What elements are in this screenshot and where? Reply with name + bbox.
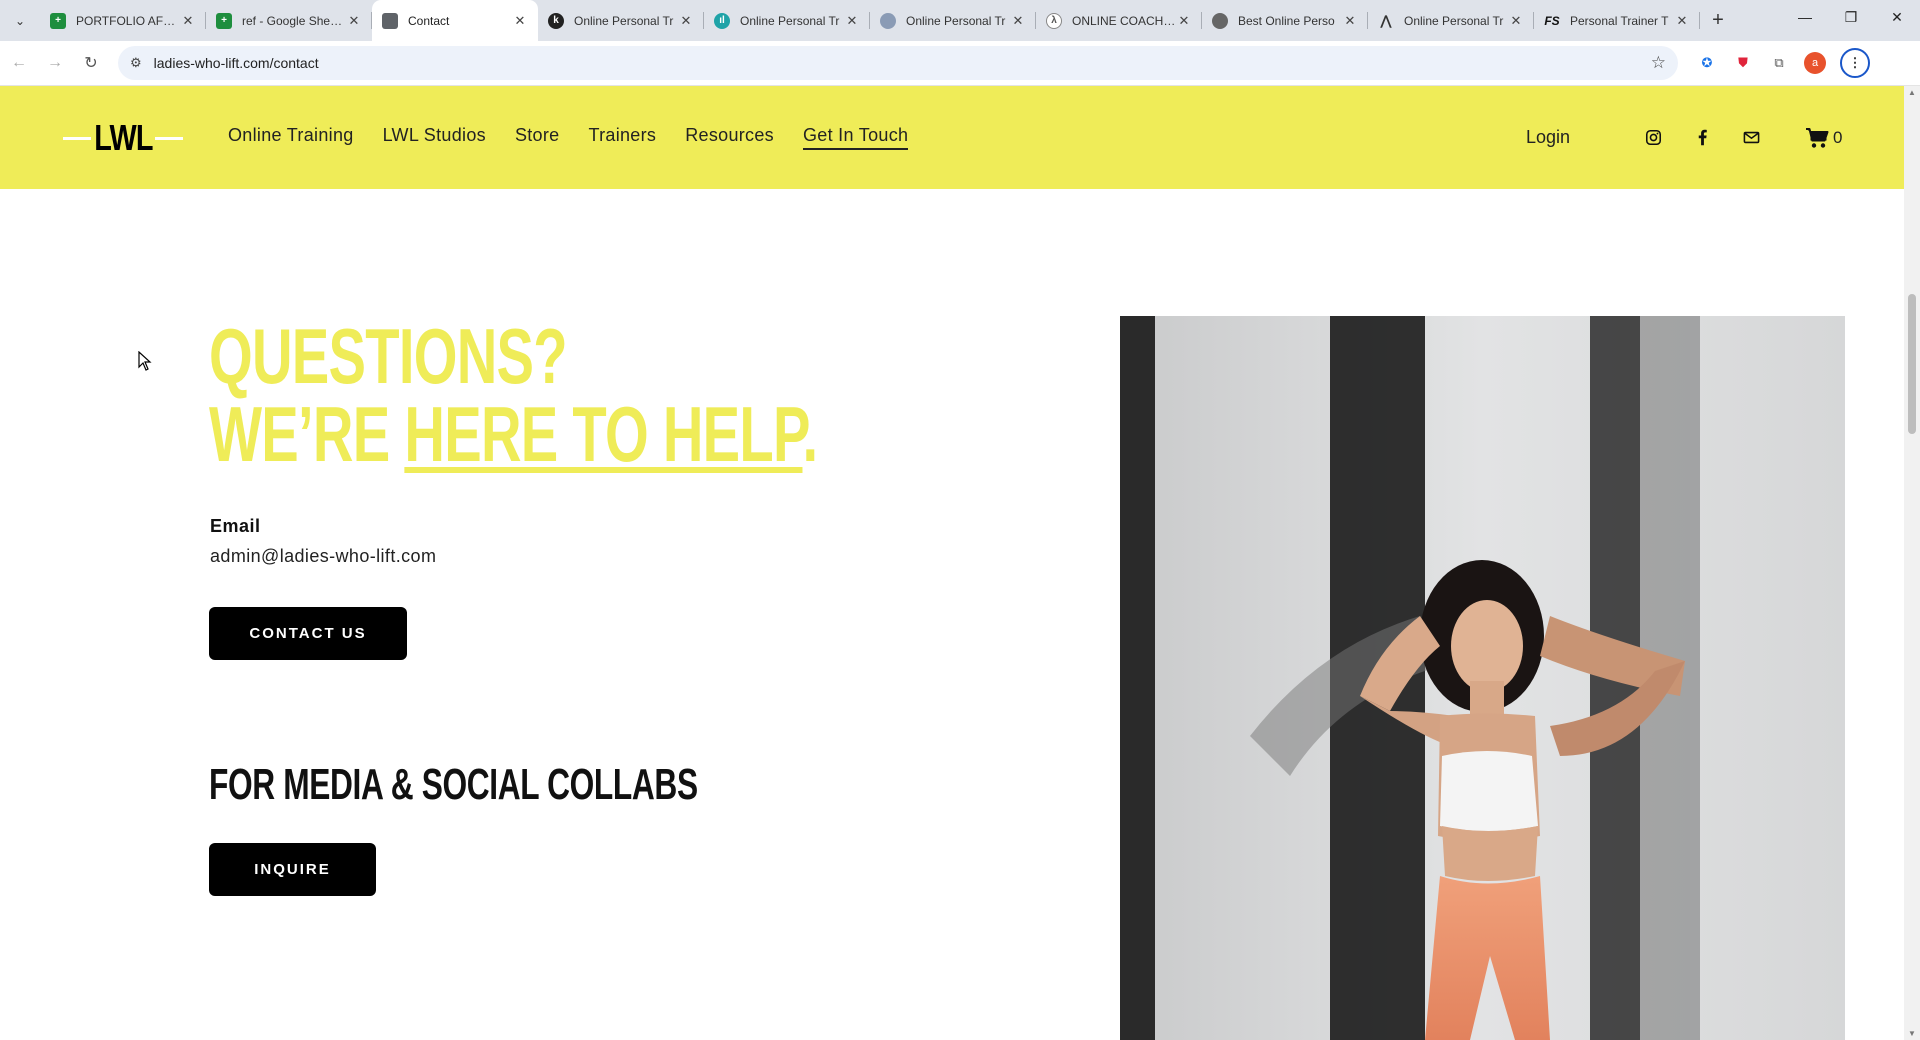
headline-line-1: QUESTIONS? — [209, 312, 568, 400]
tab-title: Online Personal Tr — [906, 13, 1006, 28]
sheets-icon: + — [216, 12, 232, 29]
social-links — [1645, 129, 1760, 146]
browser-toolbar: ← → ↻ ⚙ ladies-who-lift.com/contact ☆ ✪ … — [0, 41, 1920, 86]
tent-icon: ⋀ — [1380, 12, 1392, 28]
forward-icon[interactable]: → — [38, 46, 72, 80]
fs-icon: FS — [1544, 13, 1560, 28]
runner-icon: λ — [1046, 12, 1062, 29]
site-header: LWL Online Training LWL Studios Store Tr… — [0, 86, 1904, 189]
url-text[interactable]: ladies-who-lift.com/contact — [154, 55, 1651, 71]
sheets-icon: + — [50, 12, 66, 29]
puzzle-icon[interactable]: ⧉ — [1768, 52, 1790, 74]
cart-button[interactable]: 0 — [1805, 127, 1842, 149]
logo-text: LWL — [93, 116, 153, 158]
tab-search-button[interactable]: ⌄ — [0, 0, 40, 41]
cart-count: 0 — [1833, 127, 1843, 147]
tab-title: Online Personal Tr — [1404, 13, 1504, 28]
bars-icon: ıl — [714, 12, 730, 29]
address-bar[interactable]: ⚙ ladies-who-lift.com/contact ☆ — [118, 46, 1678, 80]
close-icon[interactable]: ✕ — [1010, 13, 1026, 29]
profile-avatar[interactable]: a — [1804, 52, 1826, 74]
headline-underlined-text: HERE TO HELP — [404, 390, 803, 478]
tab-title: Contact — [408, 13, 450, 28]
email-label: Email — [210, 516, 261, 536]
headline-line-2-suffix: . — [802, 390, 818, 478]
new-tab-button[interactable]: + — [1700, 0, 1736, 41]
nav-lwl-studios[interactable]: LWL Studios — [383, 125, 486, 150]
extensions-area: ✪ ⛊ ⧉ a ⋮ — [1696, 48, 1870, 78]
site-info-icon[interactable]: ⚙ — [130, 55, 142, 71]
logo-bar — [155, 136, 183, 140]
close-icon[interactable]: ✕ — [1176, 13, 1192, 29]
page-scrollbar[interactable]: ▲ ▼ — [1904, 86, 1920, 1040]
nav-store[interactable]: Store — [515, 125, 560, 150]
browser-tab[interactable]: + ref - Google Sheets ✕ — [206, 0, 372, 41]
close-icon[interactable]: ✕ — [1342, 13, 1358, 29]
cart-icon — [1806, 127, 1829, 148]
tab-title: Online Personal Tr — [740, 13, 840, 28]
tab-title: PORTFOLIO AFTER — [76, 13, 180, 28]
login-link[interactable]: Login — [1526, 127, 1570, 148]
cube-icon — [382, 12, 398, 29]
tab-title: Online Personal Tr — [574, 13, 674, 28]
tab-list: + PORTFOLIO AFTER ✕ + ref - Google Sheet… — [40, 0, 1700, 41]
close-icon[interactable]: ✕ — [1508, 13, 1524, 29]
extension-icon[interactable]: ✪ — [1696, 52, 1718, 74]
inquire-button[interactable]: INQUIRE — [209, 843, 376, 896]
bookmark-star-icon[interactable]: ☆ — [1651, 53, 1666, 73]
nav-trainers[interactable]: Trainers — [588, 125, 656, 150]
close-icon[interactable]: ✕ — [512, 13, 528, 29]
nav-get-in-touch[interactable]: Get In Touch — [802, 125, 909, 150]
back-icon[interactable]: ← — [2, 46, 36, 80]
scroll-up-icon[interactable]: ▲ — [1908, 88, 1916, 97]
facebook-icon[interactable] — [1694, 129, 1711, 146]
browser-tab[interactable]: FS Personal Trainer T ✕ — [1534, 0, 1700, 41]
close-icon[interactable]: ✕ — [346, 13, 362, 29]
instagram-icon[interactable] — [1645, 129, 1662, 146]
lwl-logo[interactable]: LWL — [63, 116, 183, 158]
contact-headline: QUESTIONS? WE’RE HERE TO HELP. — [209, 317, 857, 473]
scrollbar-thumb[interactable] — [1908, 294, 1916, 434]
mouse-cursor-icon — [138, 351, 152, 371]
email-address[interactable]: admin@ladies-who-lift.com — [210, 546, 436, 567]
scroll-down-icon[interactable]: ▼ — [1908, 1029, 1916, 1038]
contact-us-button[interactable]: CONTACT US — [209, 607, 407, 660]
logo-bar — [63, 136, 91, 140]
window-controls: — ❐ ✕ — [1782, 0, 1920, 34]
browser-tab[interactable]: ıl Online Personal Tr ✕ — [704, 0, 870, 41]
browser-tab[interactable]: ⋀ Online Personal Tr ✕ — [1368, 0, 1534, 41]
browser-tab-strip: ⌄ + PORTFOLIO AFTER ✕ + ref - Google She… — [0, 0, 1920, 41]
nav-online-training[interactable]: Online Training — [228, 125, 354, 150]
close-icon[interactable]: ✕ — [180, 13, 196, 29]
browser-tab-active[interactable]: Contact ✕ — [372, 0, 538, 41]
headline-line-2-prefix: WE’RE — [209, 390, 405, 478]
close-window-icon[interactable]: ✕ — [1874, 0, 1920, 34]
tab-title: ref - Google Sheets — [242, 13, 346, 28]
tab-title: Personal Trainer T — [1570, 13, 1669, 28]
globe-icon — [1212, 12, 1228, 29]
nav-resources[interactable]: Resources — [685, 125, 774, 150]
close-icon[interactable]: ✕ — [1674, 13, 1690, 29]
minimize-icon[interactable]: — — [1782, 0, 1828, 34]
mail-icon[interactable] — [1743, 129, 1760, 146]
globe-icon — [880, 12, 896, 29]
kebab-menu-icon[interactable]: ⋮ — [1840, 48, 1870, 78]
trainer-photo — [1120, 316, 1845, 1040]
browser-tab[interactable]: k Online Personal Tr ✕ — [538, 0, 704, 41]
restore-icon[interactable]: ❐ — [1828, 0, 1874, 34]
tab-title: ONLINE COACHING — [1072, 13, 1176, 28]
browser-tab[interactable]: Online Personal Tr ✕ — [870, 0, 1036, 41]
browser-tab[interactable]: Best Online Perso ✕ — [1202, 0, 1368, 41]
main-nav: Online Training LWL Studios Store Traine… — [228, 125, 909, 150]
close-icon[interactable]: ✕ — [844, 13, 860, 29]
browser-tab[interactable]: λ ONLINE COACHING ✕ — [1036, 0, 1202, 41]
tab-title: Best Online Perso — [1238, 13, 1335, 28]
close-icon[interactable]: ✕ — [678, 13, 694, 29]
media-collabs-heading: FOR MEDIA & SOCIAL COLLABS — [209, 760, 698, 809]
browser-tab[interactable]: + PORTFOLIO AFTER ✕ — [40, 0, 206, 41]
reload-icon[interactable]: ↻ — [74, 46, 108, 80]
shield-icon[interactable]: ⛊ — [1732, 52, 1754, 74]
k-icon: k — [548, 12, 564, 29]
